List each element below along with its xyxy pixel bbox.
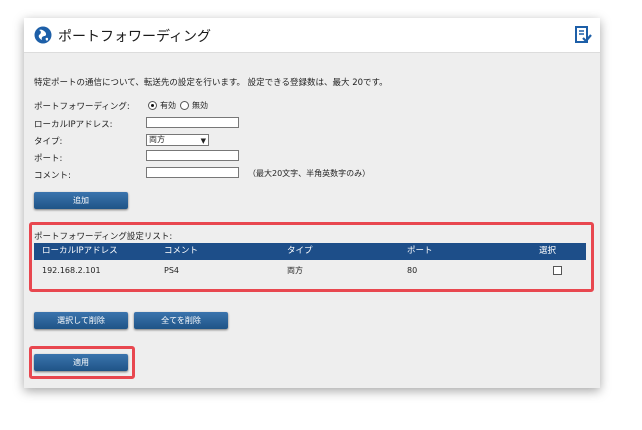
- settings-panel: ポートフォワーディング 特定ポートの通信について、転送先の設定を行います。 設定…: [24, 18, 600, 388]
- port-input[interactable]: [146, 150, 239, 161]
- chevron-down-icon: ▼: [200, 137, 206, 145]
- enabled-radio-label: 有効: [160, 101, 176, 110]
- comment-hint: （最大20文字、半角英数字のみ）: [248, 169, 371, 178]
- enabled-radio[interactable]: [148, 101, 157, 110]
- add-button[interactable]: 追加: [34, 192, 128, 209]
- panel-header: ポートフォワーディング: [24, 18, 600, 53]
- port-label: ポート:: [34, 154, 63, 164]
- globe-icon: [34, 26, 52, 44]
- type-label: タイプ:: [34, 137, 63, 147]
- pf-label: ポートフォワーディング:: [34, 102, 130, 112]
- pf-radio-group: 有効 無効: [148, 100, 208, 111]
- local-ip-input[interactable]: [146, 117, 239, 128]
- disabled-radio[interactable]: [180, 101, 189, 110]
- page-title: ポートフォワーディング: [58, 29, 212, 45]
- delete-selected-button[interactable]: 選択して削除: [34, 312, 128, 329]
- type-select-value: 両方: [149, 135, 165, 144]
- disabled-radio-label: 無効: [192, 101, 208, 110]
- delete-all-button[interactable]: 全てを削除: [134, 312, 228, 329]
- comment-label: コメント:: [34, 171, 71, 181]
- document-check-icon[interactable]: [574, 26, 592, 44]
- apply-highlight-box: [29, 346, 135, 379]
- description-text: 特定ポートの通信について、転送先の設定を行います。 設定できる登録数は、最大 2…: [34, 78, 388, 88]
- type-select[interactable]: 両方 ▼: [146, 134, 209, 146]
- list-highlight-box: [29, 222, 594, 292]
- comment-input[interactable]: [146, 167, 239, 178]
- local-ip-label: ローカルIPアドレス:: [34, 120, 113, 130]
